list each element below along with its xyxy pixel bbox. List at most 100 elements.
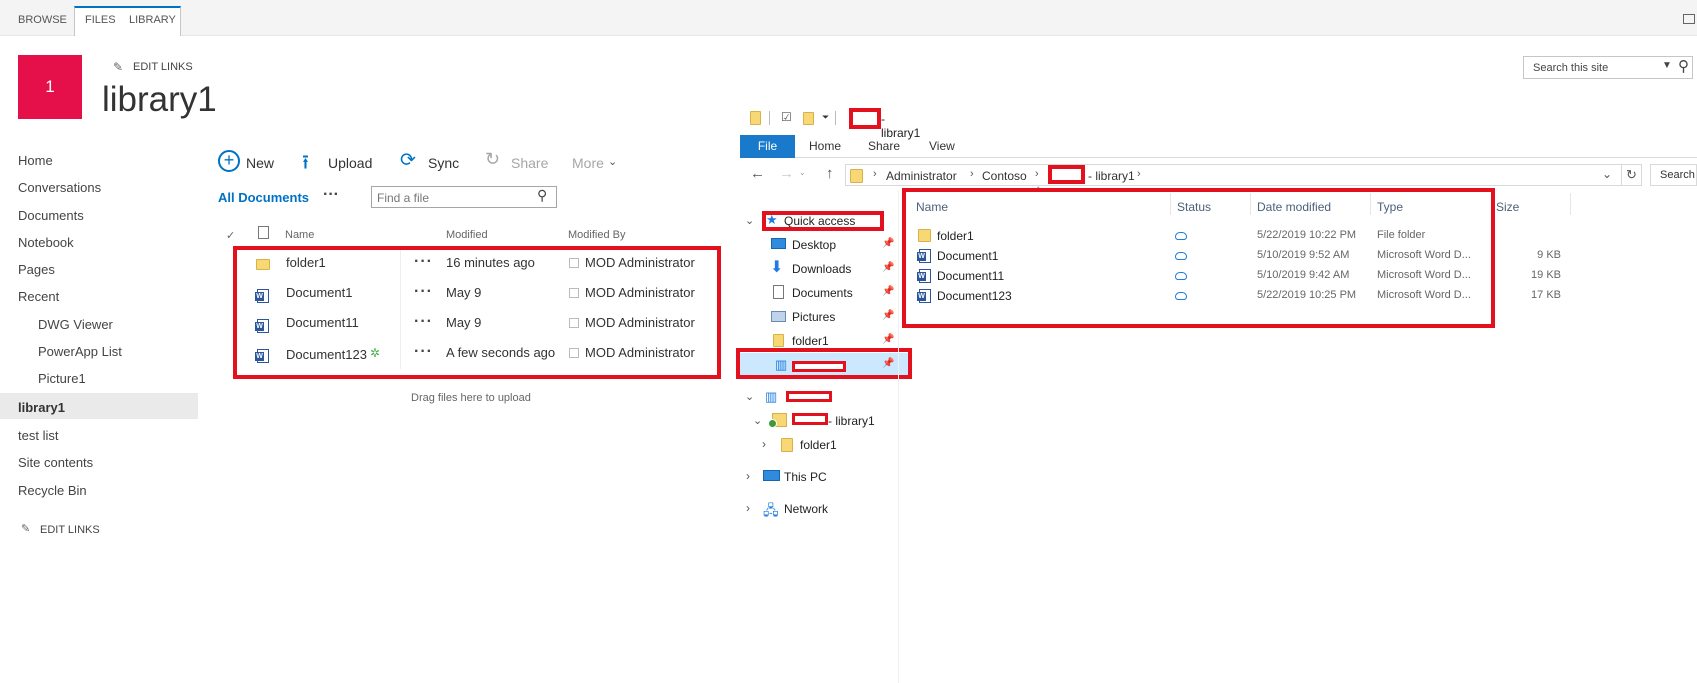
expand-chevron-icon[interactable]: ⌄ <box>745 390 754 403</box>
nav-documents-folder[interactable]: Documents <box>792 286 853 300</box>
nav-pictures[interactable]: Pictures <box>792 310 835 324</box>
share-icon[interactable]: ↻ <box>485 149 500 170</box>
redacted-org <box>786 391 832 402</box>
explorer-search-input[interactable]: Search <box>1660 169 1695 181</box>
tab-library[interactable]: LIBRARY <box>129 14 176 26</box>
explorer-tab-share[interactable]: Share <box>868 139 900 153</box>
nav-site-contents[interactable]: Site contents <box>18 455 93 470</box>
folder-icon <box>773 334 784 347</box>
breadcrumb-contoso[interactable]: Contoso <box>982 169 1027 183</box>
expand-chevron-icon[interactable]: ⌄ <box>753 414 762 427</box>
nav-folder1-node[interactable]: folder1 <box>800 438 837 452</box>
breadcrumb-administrator[interactable]: Administrator <box>886 169 957 183</box>
nav-network[interactable]: Network <box>784 502 828 516</box>
breadcrumb-sep: › <box>1035 168 1039 180</box>
redacted-title <box>849 108 881 129</box>
explorer-tab-file[interactable]: File <box>740 135 795 158</box>
new-icon[interactable]: + <box>218 150 240 172</box>
expand-chevron-icon[interactable]: ⌄ <box>745 214 754 227</box>
explorer-tab-view[interactable]: View <box>929 139 955 153</box>
view-options-ellipsis[interactable]: ··· <box>323 186 339 204</box>
edit-links-top[interactable]: EDIT LINKS <box>133 61 193 73</box>
back-arrow-icon[interactable]: ← <box>750 165 765 182</box>
new-folder-icon[interactable] <box>803 112 814 125</box>
collapse-chevron-icon[interactable]: › <box>746 469 750 483</box>
tab-browse[interactable]: BROWSE <box>18 14 67 26</box>
share-button[interactable]: Share <box>511 155 548 171</box>
select-all-check[interactable]: ✓ <box>226 229 235 242</box>
chevron-down-icon[interactable]: ⌄ <box>608 155 617 168</box>
nav-conversations[interactable]: Conversations <box>18 180 101 195</box>
nav-this-pc[interactable]: This PC <box>784 470 827 484</box>
explorer-search-box[interactable]: Search <box>1650 164 1697 186</box>
search-icon[interactable]: ⚲ <box>1678 57 1689 75</box>
up-arrow-icon[interactable]: ↑ <box>826 165 834 182</box>
more-button[interactable]: More <box>572 155 604 171</box>
breadcrumb-library1[interactable]: - library1 <box>1088 169 1135 183</box>
nav-desktop[interactable]: Desktop <box>792 238 836 252</box>
pin-icon[interactable]: 📌 <box>882 238 894 249</box>
nav-library1[interactable]: library1 <box>18 400 65 415</box>
pin-icon[interactable]: 📌 <box>882 286 894 297</box>
find-file-input[interactable]: Find a file <box>377 191 429 205</box>
nav-picture1[interactable]: Picture1 <box>38 371 86 386</box>
nav-recycle-bin[interactable]: Recycle Bin <box>18 483 87 498</box>
edit-links-bottom[interactable]: EDIT LINKS <box>40 524 100 536</box>
nav-documents[interactable]: Documents <box>18 208 84 223</box>
pin-icon[interactable]: 📌 <box>882 334 894 345</box>
column-divider <box>1570 193 1571 215</box>
this-pc-icon <box>763 470 780 481</box>
collapse-chevron-icon[interactable]: › <box>746 501 750 515</box>
find-file-box[interactable]: Find a file ⚲ <box>371 186 557 208</box>
tab-files[interactable]: FILES <box>85 14 116 26</box>
explorer-ribbon: File Home Share View <box>740 135 1697 158</box>
column-size[interactable]: Size <box>1496 200 1519 214</box>
refresh-button[interactable]: ↻ <box>1622 164 1642 186</box>
file-size: 9 KB <box>1537 249 1561 261</box>
pin-icon[interactable]: 📌 <box>882 262 894 273</box>
new-button[interactable]: New <box>246 155 274 171</box>
forward-arrow-icon[interactable]: → <box>779 165 794 182</box>
sync-button[interactable]: Sync <box>428 155 459 171</box>
nav-powerapp-list[interactable]: PowerApp List <box>38 344 122 359</box>
view-all-documents[interactable]: All Documents <box>218 190 309 205</box>
top-ribbon: BROWSE FILES LIBRARY <box>0 0 1697 36</box>
upload-icon[interactable]: ⭱ <box>302 148 309 182</box>
nav-pages[interactable]: Pages <box>18 262 55 277</box>
search-icon[interactable]: ⚲ <box>537 187 547 204</box>
collapse-chevron-icon[interactable]: › <box>762 437 766 451</box>
site-search-box[interactable]: Search this site ▼ ⚲ <box>1523 56 1693 79</box>
customize-toolbar-icon[interactable]: ⏷ <box>822 112 829 123</box>
header-name[interactable]: Name <box>285 229 314 241</box>
nav-downloads[interactable]: Downloads <box>792 262 851 276</box>
explorer-quick-toolbar: ☑ ⏷ - library1 <box>748 109 920 140</box>
nav-home[interactable]: Home <box>18 153 53 168</box>
dropdown-icon[interactable]: ▼ <box>1662 60 1672 71</box>
recent-locations-icon[interactable]: ⌄ <box>799 168 806 177</box>
properties-icon[interactable]: ☑ <box>781 110 792 124</box>
site-logo[interactable]: 1 <box>18 55 82 119</box>
network-icon: 🖧 <box>763 502 779 518</box>
nav-notebook[interactable]: Notebook <box>18 235 74 250</box>
nav-library1-node[interactable]: - library1 <box>828 414 875 428</box>
address-bar[interactable]: › Administrator › Contoso › - library1 ›… <box>845 164 1622 186</box>
highlight-box-explorer-list <box>902 188 1495 328</box>
file-size: 19 KB <box>1531 269 1561 281</box>
address-dropdown-icon[interactable]: ⌄ <box>1602 167 1612 181</box>
nav-recent[interactable]: Recent <box>18 289 59 304</box>
sync-icon[interactable]: ⟳ <box>400 149 416 172</box>
folder-icon[interactable] <box>750 111 761 125</box>
documents-icon <box>773 285 784 299</box>
upload-button[interactable]: Upload <box>328 155 372 171</box>
nav-folder1-quick[interactable]: folder1 <box>792 334 829 348</box>
breadcrumb-sep: › <box>1137 168 1141 180</box>
header-modified-by[interactable]: Modified By <box>568 229 625 241</box>
site-search-input[interactable]: Search this site <box>1533 62 1608 74</box>
pin-icon[interactable]: 📌 <box>882 310 894 321</box>
nav-dwg-viewer[interactable]: DWG Viewer <box>38 317 113 332</box>
download-icon: ⬇ <box>770 259 784 276</box>
header-modified[interactable]: Modified <box>446 229 488 241</box>
explorer-tab-home[interactable]: Home <box>809 139 841 153</box>
nav-test-list[interactable]: test list <box>18 428 58 443</box>
focus-mode-icon[interactable] <box>1683 14 1695 24</box>
